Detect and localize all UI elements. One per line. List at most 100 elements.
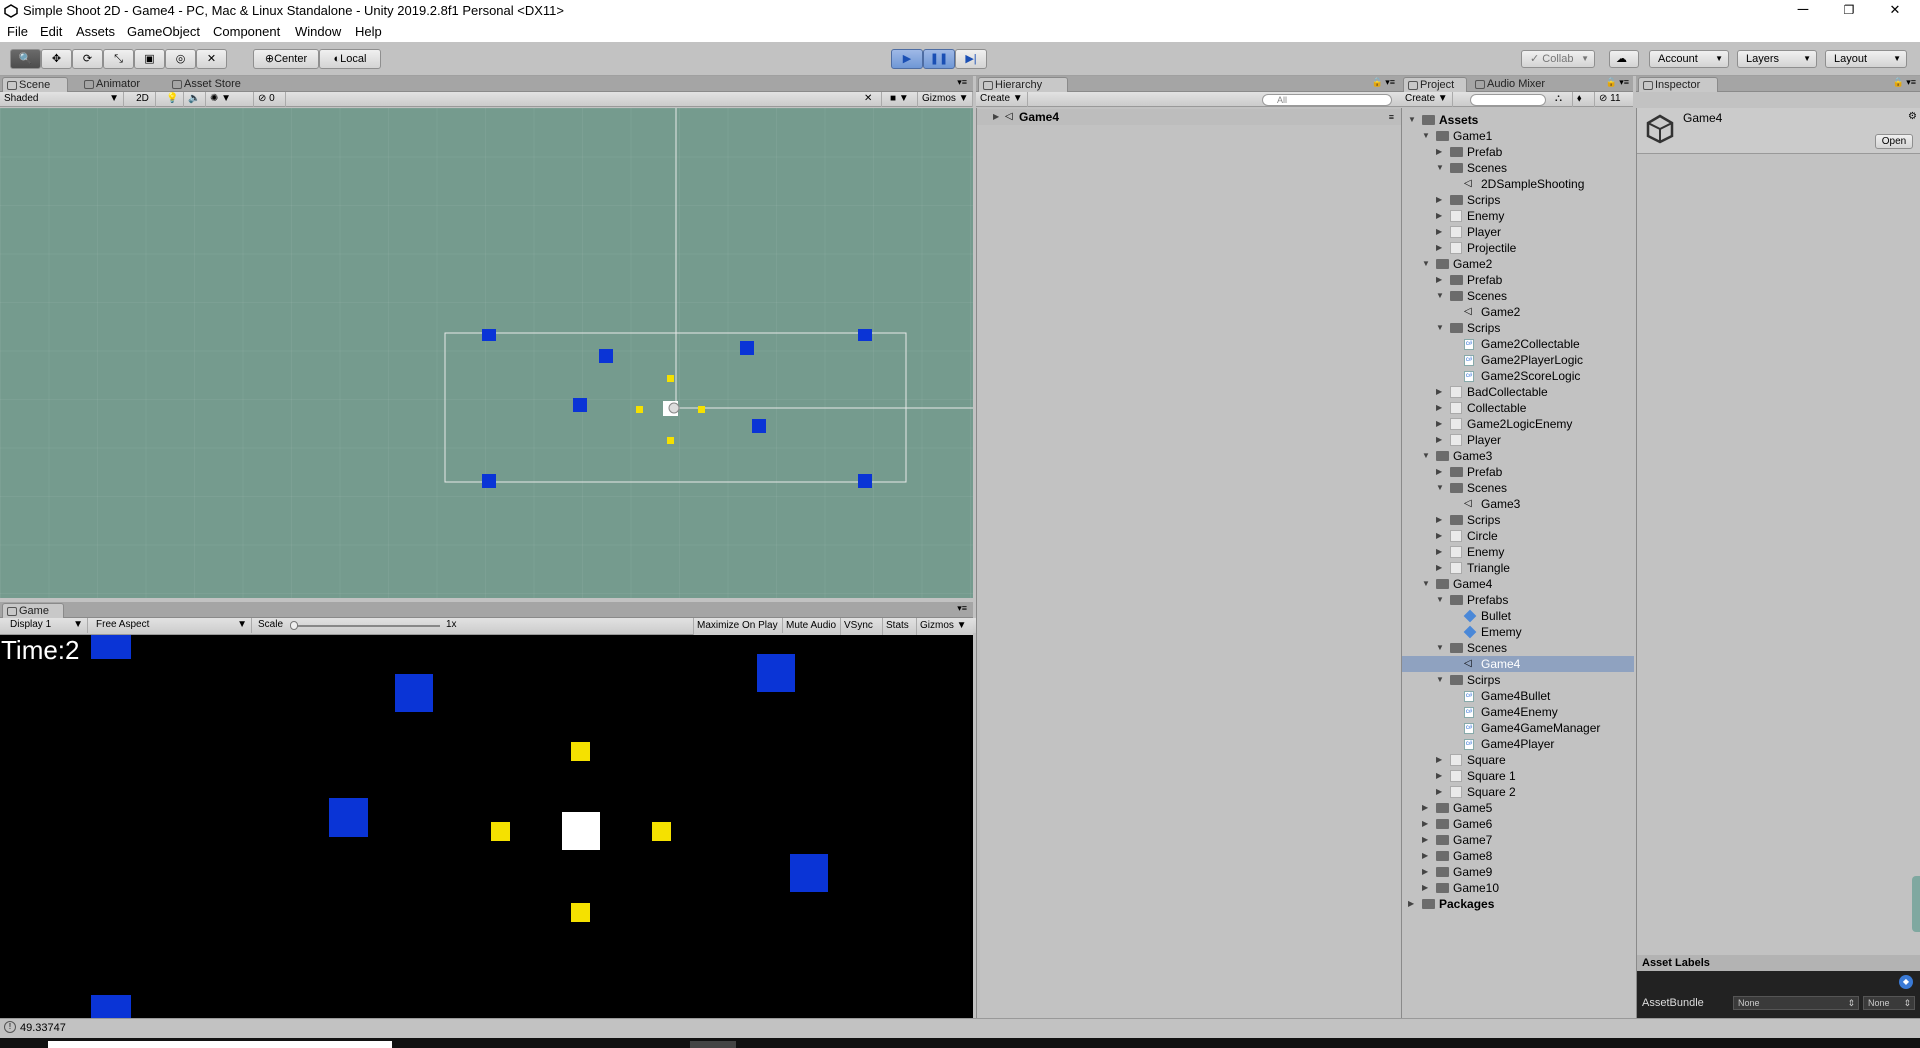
step-button[interactable]: ▶| <box>955 49 987 69</box>
bullet-square[interactable] <box>667 375 674 382</box>
collapse-arrow-icon[interactable]: ▼ <box>1436 320 1444 336</box>
expand-arrow-icon[interactable]: ▶ <box>1436 784 1442 800</box>
project-tree-item[interactable]: ▼ Prefabs <box>1402 592 1634 608</box>
collapse-arrow-icon[interactable]: ▼ <box>1422 576 1430 592</box>
status-message[interactable]: 49.33747 <box>20 1022 66 1034</box>
taskbar-window[interactable] <box>48 1041 392 1048</box>
collapse-arrow-icon[interactable]: ▼ <box>1436 640 1444 656</box>
project-tree-item[interactable]: ▶ Circle <box>1402 528 1634 544</box>
scale-tool-button[interactable]: ⤡ <box>103 49 134 69</box>
collapse-arrow-icon[interactable]: ▼ <box>1436 288 1444 304</box>
hidden-objects-toggle[interactable]: ⊘ 0 <box>254 92 286 107</box>
rotate-tool-button[interactable]: ⟳ <box>72 49 103 69</box>
expand-arrow-icon[interactable]: ▶ <box>1436 240 1442 256</box>
project-tree-item[interactable]: ▼ Assets <box>1402 112 1634 128</box>
scene-view[interactable] <box>0 108 973 598</box>
asset-bundle-dropdown[interactable]: None ⇕ <box>1733 996 1859 1010</box>
project-tree-item[interactable]: c# Game4GameManager <box>1402 720 1634 736</box>
project-tree-item[interactable]: ▶ Game9 <box>1402 864 1634 880</box>
project-tree-item[interactable]: c# Game2Collectable <box>1402 336 1634 352</box>
open-button[interactable]: Open <box>1875 134 1913 149</box>
project-tree-item[interactable]: ◁ Game2 <box>1402 304 1634 320</box>
expand-arrow-icon[interactable]: ▶ <box>1422 880 1428 896</box>
expand-arrow-icon[interactable]: ▶ <box>1436 416 1442 432</box>
project-tree-item[interactable]: ▶ Player <box>1402 432 1634 448</box>
tab-game[interactable]: Game <box>2 603 64 618</box>
project-tree-item[interactable]: ▶ Scrips <box>1402 512 1634 528</box>
expand-arrow-icon[interactable]: ▶ <box>1436 384 1442 400</box>
collapse-arrow-icon[interactable]: ▼ <box>1422 256 1430 272</box>
project-tree-item[interactable]: ▶ Triangle <box>1402 560 1634 576</box>
project-tree-item[interactable]: ▶ Enemy <box>1402 208 1634 224</box>
project-tree-item[interactable]: c# Game4Enemy <box>1402 704 1634 720</box>
project-tree-item[interactable]: ▶ Prefab <box>1402 144 1634 160</box>
project-create-dropdown[interactable]: Create ▼ <box>1401 92 1453 107</box>
project-tree-item[interactable]: ▼ Game2 <box>1402 256 1634 272</box>
project-tree-item[interactable]: ▶ BadCollectable <box>1402 384 1634 400</box>
project-tree-item[interactable]: ▶ Square 2 <box>1402 784 1634 800</box>
project-tree-item[interactable]: ▼ Game3 <box>1402 448 1634 464</box>
asset-variant-dropdown[interactable]: None ⇕ <box>1863 996 1915 1010</box>
expand-arrow-icon[interactable]: ▶ <box>1436 400 1442 416</box>
project-tree-item[interactable]: ▶ Game6 <box>1402 816 1634 832</box>
play-button[interactable]: ▶ <box>891 49 923 69</box>
maximize-on-play-toggle[interactable]: Maximize On Play <box>697 618 778 633</box>
filter-type-icon[interactable]: ⛬ <box>1551 92 1573 107</box>
project-tree-item[interactable]: ◁ Game4 <box>1402 656 1634 672</box>
panel-menu-icon[interactable]: 🔒 ▾≡ <box>1372 77 1395 88</box>
camera-dropdown-icon[interactable]: ■ ▼ <box>886 92 918 107</box>
effects-dropdown-icon[interactable]: ✺ ▼ <box>206 92 254 107</box>
filter-label-icon[interactable]: ⬧ <box>1573 92 1595 107</box>
tools-icon[interactable]: ✕ <box>860 92 882 107</box>
project-tree-item[interactable]: ▼ Scenes <box>1402 160 1634 176</box>
tab-asset-store[interactable]: Asset Store <box>168 77 258 92</box>
mute-audio-toggle[interactable]: Mute Audio <box>782 618 836 633</box>
project-search-input[interactable] <box>1470 94 1546 106</box>
project-tree-item[interactable]: ▶ Player <box>1402 224 1634 240</box>
project-tree-item[interactable]: Bullet <box>1402 608 1634 624</box>
project-tree-item[interactable]: ◁ Game3 <box>1402 496 1634 512</box>
taskbar-app[interactable] <box>690 1041 736 1048</box>
project-tree-item[interactable]: c# Game2ScoreLogic <box>1402 368 1634 384</box>
project-tree-item[interactable]: ▼ Scenes <box>1402 288 1634 304</box>
game-gizmos-toggle[interactable]: Gizmos ▼ <box>916 618 973 635</box>
project-tree-item[interactable]: ▶ Enemy <box>1402 544 1634 560</box>
expand-arrow-icon[interactable]: ▶ <box>1436 512 1442 528</box>
shading-mode-dropdown[interactable]: Shaded ▼ <box>0 92 124 107</box>
project-tree-item[interactable]: ▶ Collectable <box>1402 400 1634 416</box>
pause-button[interactable]: ❚❚ <box>923 49 955 69</box>
expand-arrow-icon[interactable]: ▶ <box>1436 192 1442 208</box>
hidden-packages-toggle[interactable]: ⊘ 11 <box>1595 92 1633 107</box>
expand-arrow-icon[interactable]: ▶ <box>1436 432 1442 448</box>
project-tree-item[interactable]: ▼ Scenes <box>1402 640 1634 656</box>
hierarchy-search-input[interactable]: All <box>1262 94 1392 106</box>
project-tree-item[interactable]: ▼ Scirps <box>1402 672 1634 688</box>
project-tree-item[interactable]: ▶ Game2LogicEnemy <box>1402 416 1634 432</box>
expand-arrow-icon[interactable]: ▶ <box>993 109 999 125</box>
project-tree-item[interactable]: ▶ Square 1 <box>1402 768 1634 784</box>
expand-arrow-icon[interactable]: ▶ <box>1422 800 1428 816</box>
bullet-square[interactable] <box>667 437 674 444</box>
collapse-arrow-icon[interactable]: ▼ <box>1436 672 1444 688</box>
expand-arrow-icon[interactable]: ▶ <box>1436 224 1442 240</box>
expand-arrow-icon[interactable]: ▶ <box>1436 560 1442 576</box>
expand-arrow-icon[interactable]: ▶ <box>1408 896 1414 912</box>
expand-arrow-icon[interactable]: ▶ <box>1436 768 1442 784</box>
settings-gear-icon[interactable]: ⚙ <box>1908 111 1917 122</box>
side-handle[interactable] <box>1912 876 1920 932</box>
scene-gizmos-dropdown[interactable]: Gizmos ▼ <box>918 92 973 107</box>
project-tree-item[interactable]: ◁ 2DSampleShooting <box>1402 176 1634 192</box>
layers-dropdown[interactable]: Layers ▼ <box>1737 50 1817 68</box>
project-tree-item[interactable]: ▶ Game7 <box>1402 832 1634 848</box>
expand-arrow-icon[interactable]: ▶ <box>1436 144 1442 160</box>
project-tree-item[interactable]: ▶ Prefab <box>1402 272 1634 288</box>
bullet-square[interactable] <box>698 406 705 413</box>
rect-tool-button[interactable]: ▣ <box>134 49 165 69</box>
menu-assets[interactable]: Assets <box>76 24 115 39</box>
expand-arrow-icon[interactable]: ▶ <box>1422 832 1428 848</box>
enemy-square[interactable] <box>482 474 496 488</box>
project-tree-item[interactable]: ▶ Projectile <box>1402 240 1634 256</box>
collapse-arrow-icon[interactable]: ▼ <box>1436 592 1444 608</box>
minimize-button[interactable]: ─ <box>1780 0 1826 22</box>
game-view[interactable]: Time:2 <box>0 635 973 1018</box>
